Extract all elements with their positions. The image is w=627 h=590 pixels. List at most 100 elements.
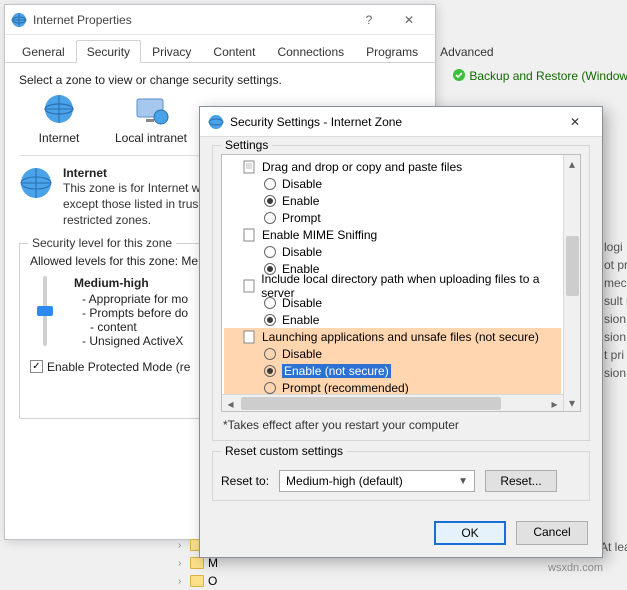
zone-internet[interactable]: Internet	[19, 93, 99, 145]
tab-security[interactable]: Security	[76, 40, 141, 63]
close-button[interactable]: ✕	[556, 109, 594, 135]
restart-note: *Takes effect after you restart your com…	[223, 418, 581, 432]
bg-fragment: ot pr	[604, 258, 627, 272]
tree-option[interactable]: Prompt	[224, 209, 561, 226]
tree-option[interactable]: Disable	[224, 243, 561, 260]
reset-fieldset: Reset custom settings Reset to: Medium-h…	[212, 451, 590, 501]
radio-icon	[264, 348, 276, 360]
reset-button[interactable]: Reset...	[485, 470, 557, 492]
fieldset-legend: Reset custom settings	[221, 444, 347, 458]
ss-title: Security Settings - Internet Zone	[230, 115, 556, 129]
doc-icon	[242, 160, 258, 174]
radio-icon	[264, 178, 276, 190]
bg-fragment: sion	[604, 366, 626, 380]
tree-option[interactable]: Prompt (recommended)	[224, 379, 561, 394]
level-bullet: Appropriate for mo	[82, 292, 188, 306]
reset-to-label: Reset to:	[221, 474, 269, 488]
tree-group: Include local directory path when upload…	[224, 277, 561, 294]
chevron-right-icon: ›	[178, 576, 186, 587]
help-button[interactable]: ?	[349, 7, 389, 33]
security-settings-window: Security Settings - Internet Zone ✕ Sett…	[199, 106, 603, 558]
bg-fragment: sion	[604, 312, 626, 326]
level-bullet: content	[90, 320, 188, 334]
bg-fragment: sion	[604, 330, 626, 344]
settings-fieldset: Settings Drag and drop or copy and paste…	[212, 145, 590, 441]
reset-to-select[interactable]: Medium-high (default) ▼	[279, 470, 475, 492]
radio-icon	[264, 314, 276, 326]
bg-fragment: logi	[604, 240, 623, 254]
tab-programs[interactable]: Programs	[355, 40, 429, 63]
fieldset-legend: Security level for this zone	[28, 236, 176, 250]
scroll-up-icon[interactable]: ▴	[564, 155, 580, 172]
bg-fragment: t pri	[604, 348, 624, 362]
doc-icon	[242, 228, 258, 242]
zone-desc-line: except those listed in trus	[63, 196, 200, 212]
monitor-globe-icon	[131, 93, 171, 129]
globe-icon	[11, 12, 27, 28]
bg-fragment: sult r	[604, 294, 627, 308]
globe-icon	[19, 166, 53, 200]
ip-title: Internet Properties	[33, 13, 349, 27]
radio-icon	[264, 382, 276, 394]
slider-thumb[interactable]	[37, 306, 53, 316]
radio-icon	[264, 246, 276, 258]
tree-group: Enable MIME Sniffing	[224, 226, 561, 243]
tab-general[interactable]: General	[11, 40, 76, 63]
zone-label: Internet	[19, 131, 99, 145]
level-bullet: Prompts before do	[82, 306, 188, 320]
doc-icon	[242, 279, 257, 293]
protected-mode-checkbox[interactable]: ✓	[30, 360, 43, 373]
scroll-down-icon[interactable]: ▾	[564, 394, 580, 411]
bg-fragment: At lea	[600, 540, 627, 554]
chevron-down-icon: ▼	[458, 476, 468, 487]
scroll-right-icon[interactable]: ▸	[546, 395, 563, 412]
horizontal-scrollbar[interactable]: ◂ ▸	[222, 394, 563, 411]
settings-tree: Drag and drop or copy and paste files Di…	[221, 154, 581, 412]
close-button[interactable]: ✕	[389, 7, 429, 33]
zone-label: Local intranet	[111, 131, 191, 145]
security-slider[interactable]	[30, 276, 60, 348]
ok-button[interactable]: OK	[434, 521, 506, 545]
folder-item[interactable]: ›O	[178, 572, 248, 590]
globe-icon	[208, 114, 224, 130]
tab-advanced[interactable]: Advanced	[429, 40, 504, 63]
cancel-button[interactable]: Cancel	[516, 521, 588, 545]
tree-option[interactable]: Disable	[224, 345, 561, 362]
chevron-right-icon: ›	[178, 558, 186, 569]
level-bullet: Unsigned ActiveX	[82, 334, 188, 348]
scrollbar-thumb[interactable]	[566, 236, 579, 296]
zone-name: Internet	[63, 166, 200, 180]
radio-icon	[264, 195, 276, 207]
tree-group: Launching applications and unsafe files …	[224, 328, 561, 345]
zone-desc-line: restricted zones.	[63, 212, 200, 228]
ip-titlebar[interactable]: Internet Properties ? ✕	[5, 5, 435, 35]
tree-option[interactable]: Enable	[224, 311, 561, 328]
select-value: Medium-high (default)	[286, 474, 403, 488]
bg-fragment: mec	[604, 276, 627, 290]
radio-icon	[264, 212, 276, 224]
ip-tabstrip: General Security Privacy Content Connect…	[5, 35, 435, 63]
doc-icon	[242, 330, 258, 344]
chevron-right-icon: ›	[178, 540, 186, 551]
level-name: Medium-high	[74, 276, 188, 290]
tab-content[interactable]: Content	[202, 40, 266, 63]
vertical-scrollbar[interactable]: ▴ ▾	[563, 155, 580, 411]
zone-desc-line: This zone is for Internet w	[63, 180, 200, 196]
tree-option[interactable]: Disable	[224, 175, 561, 192]
tree-option[interactable]: Enable	[224, 192, 561, 209]
ss-titlebar[interactable]: Security Settings - Internet Zone ✕	[200, 107, 602, 137]
folder-icon	[190, 557, 204, 569]
backup-restore-link[interactable]: Backup and Restore (Windows 7	[452, 68, 627, 83]
zone-instruction: Select a zone to view or change security…	[19, 73, 421, 87]
tree-group: Drag and drop or copy and paste files	[224, 158, 561, 175]
tab-privacy[interactable]: Privacy	[141, 40, 202, 63]
zone-local-intranet[interactable]: Local intranet	[111, 93, 191, 145]
radio-icon	[264, 365, 276, 377]
scroll-left-icon[interactable]: ◂	[222, 395, 239, 412]
tree-option-selected[interactable]: Enable (not secure)	[224, 362, 561, 379]
folder-icon	[190, 575, 204, 587]
radio-icon	[264, 297, 276, 309]
fieldset-legend: Settings	[221, 138, 272, 152]
scrollbar-thumb[interactable]	[241, 397, 501, 410]
tab-connections[interactable]: Connections	[266, 40, 355, 63]
